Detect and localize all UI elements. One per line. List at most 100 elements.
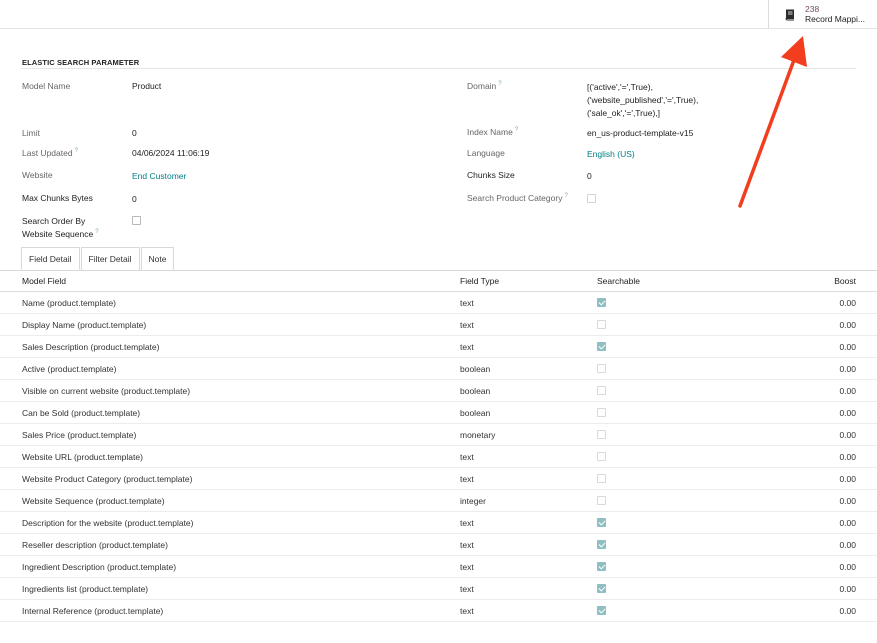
cell-searchable	[597, 402, 606, 423]
cell-searchable	[597, 446, 606, 467]
cell-searchable	[597, 534, 606, 555]
cell-model-field: Display Name (product.template)	[22, 319, 147, 330]
search-order-label-line2: Website Sequence?	[22, 229, 99, 239]
cell-boost: 0.00	[839, 385, 856, 396]
searchable-checkbox[interactable]	[597, 364, 606, 373]
header-boost[interactable]: Boost	[834, 271, 856, 291]
header-field-type[interactable]: Field Type	[460, 271, 499, 291]
searchable-checkbox[interactable]	[597, 386, 606, 395]
chunks-size-label: Chunks Size	[467, 170, 515, 180]
table-row[interactable]: Sales Price (product.template) monetary 0.…	[0, 424, 877, 446]
cell-field-type: text	[460, 319, 474, 330]
table-body: Name (product.template) text 0.00 Display N…	[0, 292, 877, 622]
search-product-category-label: Search Product Category?	[467, 193, 568, 203]
table-row[interactable]: Website Sequence (product.template) integ…	[0, 490, 877, 512]
help-icon[interactable]: ?	[515, 127, 518, 133]
searchable-checkbox[interactable]	[597, 320, 606, 329]
searchable-checkbox[interactable]	[597, 496, 606, 505]
cell-searchable	[597, 512, 606, 533]
domain-field[interactable]: [('active','=',True), ('website_publishe…	[587, 81, 698, 120]
max-chunks-bytes-field[interactable]: 0	[132, 194, 137, 204]
table-row[interactable]: Sales Description (product.template) text…	[0, 336, 877, 358]
search-product-category-checkbox[interactable]	[587, 194, 596, 203]
table-row[interactable]: Name (product.template) text 0.00	[0, 292, 877, 314]
cell-searchable	[597, 314, 606, 335]
cell-field-type: integer	[460, 495, 486, 506]
cell-searchable	[597, 556, 606, 577]
model-name-field[interactable]: Product	[132, 81, 161, 91]
cell-searchable	[597, 578, 606, 599]
help-icon[interactable]: ?	[75, 148, 78, 154]
searchable-checkbox[interactable]	[597, 342, 606, 351]
cell-field-type: text	[460, 583, 474, 594]
cell-searchable	[597, 380, 606, 401]
table-row[interactable]: Website URL (product.template) text 0.00	[0, 446, 877, 468]
header-model-field[interactable]: Model Field	[22, 271, 66, 291]
limit-field[interactable]: 0	[132, 128, 137, 138]
language-link[interactable]: English (US)	[587, 149, 635, 159]
cell-field-type: text	[460, 517, 474, 528]
cell-field-type: text	[460, 451, 474, 462]
record-mapping-smart-button[interactable]: 238 Record Mappi...	[768, 0, 877, 29]
searchable-checkbox[interactable]	[597, 452, 606, 461]
cell-field-type: text	[460, 297, 474, 308]
cell-boost: 0.00	[839, 407, 856, 418]
tab-note[interactable]: Note	[140, 247, 175, 270]
cell-boost: 0.00	[839, 451, 856, 462]
cell-field-type: text	[460, 539, 474, 550]
help-icon[interactable]: ?	[95, 229, 98, 235]
cell-boost: 0.00	[839, 319, 856, 330]
cell-boost: 0.00	[839, 473, 856, 484]
table-row[interactable]: Display Name (product.template) text 0.00	[0, 314, 877, 336]
searchable-checkbox[interactable]	[597, 474, 606, 483]
table-row[interactable]: Visible on current website (product.temp…	[0, 380, 877, 402]
searchable-checkbox[interactable]	[597, 430, 606, 439]
cell-boost: 0.00	[839, 363, 856, 374]
last-updated-label: Last Updated?	[22, 148, 78, 158]
cell-model-field: Visible on current website (product.temp…	[22, 385, 191, 396]
table-row[interactable]: Active (product.template) boolean 0.00	[0, 358, 877, 380]
cell-searchable	[597, 292, 606, 313]
searchable-checkbox[interactable]	[597, 562, 606, 571]
searchable-checkbox[interactable]	[597, 584, 606, 593]
help-icon[interactable]: ?	[498, 81, 501, 87]
searchable-checkbox[interactable]	[597, 518, 606, 527]
searchable-checkbox[interactable]	[597, 408, 606, 417]
cell-model-field: Ingredient Description (product.template…	[22, 561, 177, 572]
cell-field-type: text	[460, 605, 474, 616]
header-searchable[interactable]: Searchable	[597, 271, 640, 291]
table-row[interactable]: Ingredient Description (product.template…	[0, 556, 877, 578]
tab-filter-detail[interactable]: Filter Detail	[80, 247, 140, 270]
tab-field-detail[interactable]: Field Detail	[21, 247, 80, 270]
index-name-label: Index Name?	[467, 127, 519, 137]
cell-model-field: Description for the website (product.tem…	[22, 517, 194, 528]
cell-boost: 0.00	[839, 561, 856, 572]
chunks-size-field[interactable]: 0	[587, 171, 592, 181]
table-row[interactable]: Can be Sold (product.template) boolean 0.0…	[0, 402, 877, 424]
cell-model-field: Reseller description (product.template)	[22, 539, 168, 550]
table-row[interactable]: Website Product Category (product.templa…	[0, 468, 877, 490]
searchable-checkbox[interactable]	[597, 606, 606, 615]
table-row[interactable]: Description for the website (product.tem…	[0, 512, 877, 534]
cell-field-type: boolean	[460, 385, 491, 396]
website-link[interactable]: End Customer	[132, 171, 186, 181]
table-row[interactable]: Internal Reference (product.template) tex…	[0, 600, 877, 622]
searchable-checkbox[interactable]	[597, 298, 606, 307]
cell-model-field: Sales Price (product.template)	[22, 429, 137, 440]
model-name-label: Model Name	[22, 81, 71, 91]
table-row[interactable]: Ingredients list (product.template) text 0…	[0, 578, 877, 600]
cell-searchable	[597, 358, 606, 379]
cell-model-field: Website URL (product.template)	[22, 451, 143, 462]
cell-model-field: Sales Description (product.template)	[22, 341, 160, 352]
cell-boost: 0.00	[839, 539, 856, 550]
max-chunks-bytes-label: Max Chunks Bytes	[22, 193, 93, 203]
help-icon[interactable]: ?	[564, 193, 567, 199]
cell-field-type: text	[460, 561, 474, 572]
index-name-field[interactable]: en_us-product-template-v15	[587, 128, 693, 138]
notebook-tabs: Field Detail Filter Detail Note	[21, 247, 175, 270]
table-row[interactable]: Reseller description (product.template) t…	[0, 534, 877, 556]
website-label: Website	[22, 170, 53, 180]
search-order-checkbox[interactable]	[132, 216, 141, 225]
searchable-checkbox[interactable]	[597, 540, 606, 549]
section-divider	[21, 68, 856, 69]
